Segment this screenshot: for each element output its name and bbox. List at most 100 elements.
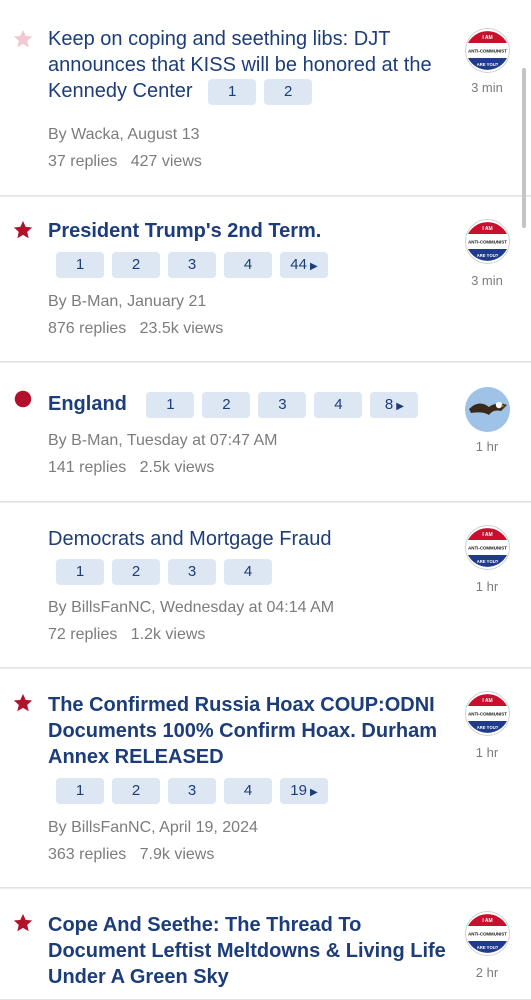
anti-communist-badge-icon: I AM ANTI-COMMUNIST ARE YOU?: [465, 911, 510, 956]
last-post-time[interactable]: 3 min: [454, 273, 520, 288]
last-post-time[interactable]: 1 hr: [454, 579, 520, 594]
reply-count: 876 replies: [48, 320, 127, 337]
anti-communist-badge-icon: I AM ANTI-COMMUNIST ARE YOU?: [465, 219, 510, 264]
page-link[interactable]: 1: [56, 252, 104, 278]
thread-stats: 363 replies 7.9k views: [48, 845, 214, 865]
badge-line-3: ARE YOU?: [477, 725, 499, 730]
thread-title[interactable]: The Confirmed Russia Hoax COUP:ODNI Docu…: [48, 692, 458, 770]
arrow-right-icon: ▶: [309, 787, 318, 798]
star-icon[interactable]: [12, 692, 34, 714]
badge-line-2: ANTI-COMMUNIST: [468, 546, 507, 551]
badge-line-1: I AM: [482, 698, 492, 704]
badge-line-2: ANTI-COMMUNIST: [468, 712, 507, 717]
avatar[interactable]: I AM ANTI-COMMUNIST ARE YOU?: [465, 219, 510, 264]
unread-dot-icon[interactable]: [12, 388, 34, 410]
last-post-time[interactable]: 3 min: [454, 80, 520, 95]
thread-title[interactable]: Cope And Seethe: The Thread To Document …: [48, 912, 458, 990]
avatar[interactable]: I AM ANTI-COMMUNIST ARE YOU?: [465, 691, 510, 736]
arrow-right-icon: ▶: [309, 261, 318, 272]
last-post-time[interactable]: 2 hr: [454, 965, 520, 980]
star-icon[interactable]: [12, 219, 34, 241]
thread-stats: 72 replies 1.2k views: [48, 625, 205, 645]
last-post-time[interactable]: 1 hr: [454, 745, 520, 760]
page-link[interactable]: 4: [224, 559, 272, 585]
pagination: 1 2 3 4 44 ▶: [56, 252, 328, 278]
view-count: 2.5k views: [139, 459, 215, 476]
view-count: 7.9k views: [139, 846, 215, 863]
badge-line-1: I AM: [482, 918, 492, 924]
thread-item[interactable]: Cope And Seethe: The Thread To Document …: [0, 889, 531, 1000]
page-link[interactable]: 2: [264, 78, 313, 105]
page-link[interactable]: 1: [208, 78, 257, 105]
thread-item[interactable]: Keep on coping and seething libs: DJT an…: [0, 0, 531, 196]
thread-item[interactable]: England 1 2 3 4 8 ▶ By B-Man, Tuesday at …: [0, 363, 531, 502]
avatar[interactable]: I AM ANTI-COMMUNIST ARE YOU?: [465, 911, 510, 956]
badge-line-1: I AM: [482, 35, 492, 41]
page-link[interactable]: 3: [258, 391, 307, 418]
thread-title[interactable]: England 1 2 3 4 8 ▶: [48, 391, 448, 418]
arrow-right-icon: ▶: [396, 400, 404, 412]
thread-author-date[interactable]: By BillsFanNC, Wednesday at 04:14 AM: [48, 598, 334, 618]
badge-line-3: ARE YOU?: [477, 945, 499, 950]
anti-communist-badge-icon: I AM ANTI-COMMUNIST ARE YOU?: [465, 691, 510, 736]
last-page-number: 19: [290, 782, 307, 799]
page-link[interactable]: 2: [202, 391, 251, 418]
thread-title[interactable]: Democrats and Mortgage Fraud: [48, 526, 458, 552]
page-link[interactable]: 1: [56, 778, 104, 804]
last-page-link[interactable]: 8 ▶: [370, 391, 419, 418]
thread-list: Keep on coping and seething libs: DJT an…: [0, 0, 531, 1000]
badge-line-2: ANTI-COMMUNIST: [468, 932, 507, 937]
thread-item[interactable]: Democrats and Mortgage Fraud 1 2 3 4 By …: [0, 503, 531, 668]
last-page-number: 8: [384, 395, 394, 413]
view-count: 1.2k views: [130, 626, 206, 643]
thread-title[interactable]: President Trump's 2nd Term.: [48, 218, 458, 244]
view-count: 23.5k views: [139, 320, 224, 337]
last-page-number: 44: [290, 256, 307, 273]
reply-count: 72 replies: [48, 626, 118, 643]
badge-line-1: I AM: [482, 226, 492, 232]
page-link[interactable]: 1: [56, 559, 104, 585]
pagination: 1 2 3 4: [56, 559, 272, 585]
thread-author-date[interactable]: By BillsFanNC, April 19, 2024: [48, 818, 258, 838]
thread-author-date[interactable]: By B-Man, January 21: [48, 292, 206, 312]
star-icon[interactable]: [12, 912, 34, 934]
badge-line-3: ARE YOU?: [477, 253, 499, 258]
page-link[interactable]: 4: [314, 391, 363, 418]
page-link[interactable]: 1: [146, 391, 195, 418]
eagle-avatar-image: [465, 387, 510, 432]
last-post-time[interactable]: 1 hr: [454, 439, 520, 454]
thread-item[interactable]: The Confirmed Russia Hoax COUP:ODNI Docu…: [0, 669, 531, 888]
thread-title[interactable]: Keep on coping and seething libs: DJT an…: [48, 26, 458, 105]
thread-author-date[interactable]: By B-Man, Tuesday at 07:47 AM: [48, 431, 277, 451]
badge-line-3: ARE YOU?: [477, 559, 499, 564]
last-page-link[interactable]: 19 ▶: [280, 778, 328, 804]
badge-line-2: ANTI-COMMUNIST: [468, 240, 507, 245]
thread-title-text[interactable]: England: [48, 393, 127, 415]
badge-line-1: I AM: [482, 532, 492, 538]
reply-count: 363 replies: [48, 846, 127, 863]
avatar[interactable]: I AM ANTI-COMMUNIST ARE YOU?: [465, 525, 510, 570]
page-link[interactable]: 2: [112, 778, 160, 804]
page-link[interactable]: 2: [112, 559, 160, 585]
page-link[interactable]: 4: [224, 778, 272, 804]
thread-item[interactable]: President Trump's 2nd Term. 1 2 3 4 44 ▶ …: [0, 197, 531, 362]
thread-stats: 141 replies 2.5k views: [48, 458, 214, 478]
scrollbar[interactable]: [522, 68, 526, 228]
avatar[interactable]: [465, 387, 510, 432]
page-link[interactable]: 4: [224, 252, 272, 278]
thread-stats: 876 replies 23.5k views: [48, 319, 223, 339]
reply-count: 141 replies: [48, 459, 127, 476]
thread-stats: 37 replies 427 views: [48, 152, 202, 172]
star-outline-icon[interactable]: [12, 28, 34, 50]
view-count: 427 views: [130, 153, 202, 170]
avatar[interactable]: I AM ANTI-COMMUNIST ARE YOU?: [465, 28, 510, 73]
page-link[interactable]: 3: [168, 778, 216, 804]
page-link[interactable]: 3: [168, 252, 216, 278]
thread-author-date[interactable]: By Wacka, August 13: [48, 125, 199, 145]
last-page-link[interactable]: 44 ▶: [280, 252, 328, 278]
page-link[interactable]: 2: [112, 252, 160, 278]
reply-count: 37 replies: [48, 153, 118, 170]
page-link[interactable]: 3: [168, 559, 216, 585]
anti-communist-badge-icon: I AM ANTI-COMMUNIST ARE YOU?: [465, 525, 510, 570]
pagination: 1 2 3 4 19 ▶: [56, 778, 328, 804]
